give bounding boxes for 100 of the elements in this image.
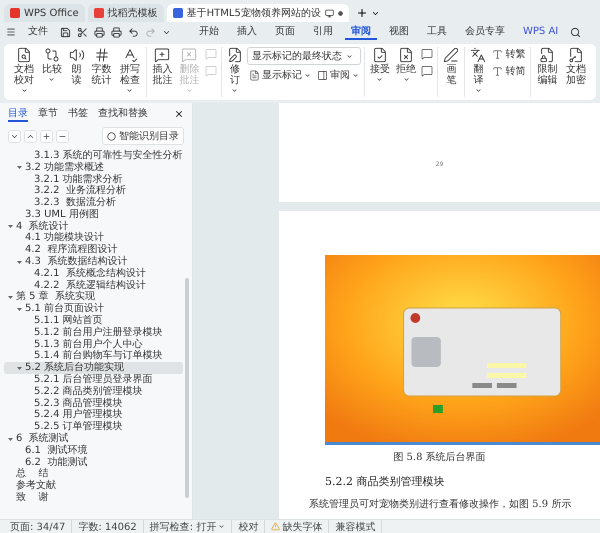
file-menu[interactable]: 文件 — [22, 24, 54, 40]
ribbon-button[interactable]: 转繁 — [490, 47, 528, 61]
panel-icon — [316, 70, 328, 80]
toc-item[interactable]: 5.1.1 网站首页 — [4, 315, 183, 327]
proofread-button[interactable]: 校对 — [232, 520, 266, 533]
scrollbar[interactable] — [185, 278, 189, 498]
ribbon-button[interactable]: 翻译 — [468, 47, 488, 97]
menu-icon[interactable] — [6, 27, 16, 37]
toc-item[interactable]: 5.2.4 用户管理模块 — [4, 410, 183, 422]
text-icon — [492, 66, 504, 76]
toc-item[interactable]: 参考文献 — [4, 480, 183, 492]
section-heading: 5.2.2 商品类别管理模块 — [325, 474, 446, 489]
panel-tab[interactable]: 查找和替换 — [98, 106, 148, 122]
ribbon-button[interactable]: 显示标记 — [246, 68, 313, 82]
toggle-icon[interactable] — [8, 294, 13, 300]
panel-tab[interactable]: 书签 — [68, 106, 88, 122]
save-icon[interactable] — [60, 26, 71, 38]
window-tab[interactable]: 基于HTML5宠物领养网站的设 — [166, 4, 349, 22]
toc-item[interactable]: 5.1.2 前台用户注册登录模块 — [4, 326, 183, 339]
spell-check-status[interactable]: 拼写检查: 打开 — [144, 520, 232, 533]
ribbon-tab[interactable]: 工具 — [421, 24, 453, 40]
toc-item[interactable]: 4.1 功能模块设计 — [4, 232, 183, 244]
ribbon-button[interactable]: 字数统计 — [88, 47, 115, 86]
toc-item[interactable]: 5.1.3 前台用户个人中心 — [4, 338, 183, 351]
toc-item[interactable]: 3.2.1 功能需求分析 — [4, 174, 183, 186]
toc-item[interactable]: 4.2.2 系统逻辑结构设计 — [4, 280, 183, 292]
toc-item[interactable]: 致 谢 — [4, 492, 183, 504]
toggle-icon[interactable] — [17, 366, 22, 371]
toc-item[interactable]: 5.2.5 订单管理模块 — [4, 421, 183, 434]
ribbon-tab[interactable]: 页面 — [269, 24, 301, 40]
toc-item[interactable]: 5.2.1 后台管理员登录界面 — [4, 374, 183, 386]
ribbon-button[interactable]: 限制编辑 — [534, 47, 561, 86]
ribbon-button[interactable]: 插入批注 — [150, 47, 175, 86]
panel-tab[interactable]: 目录 — [8, 106, 28, 122]
translate-icon — [470, 47, 486, 63]
toggle-icon[interactable] — [8, 436, 13, 442]
ribbon-icon-button[interactable] — [420, 64, 434, 78]
print-preview-icon[interactable] — [111, 26, 122, 38]
toc-item[interactable]: 6.2 功能测试 — [4, 456, 183, 469]
ribbon-button[interactable]: 文档校对 — [11, 47, 38, 97]
ribbon-button[interactable]: 审阅 — [314, 68, 361, 82]
toc-item[interactable]: 5.2.2 商品类别管理模块 — [4, 386, 183, 398]
toc-item[interactable]: 5.2 系统后台功能实现 — [4, 362, 183, 374]
toc-item[interactable]: 6.1 测试环境 — [4, 444, 183, 457]
ribbon-button[interactable]: 比较 — [39, 47, 65, 86]
add-button[interactable] — [40, 130, 53, 142]
toggle-icon[interactable] — [17, 306, 22, 312]
ribbon-tab[interactable]: 插入 — [231, 24, 263, 40]
toggle-icon[interactable] — [17, 260, 22, 265]
toc-item[interactable]: 5.1.4 前台购物车与订单模块 — [4, 350, 183, 362]
new-tab-icon[interactable] — [356, 7, 368, 19]
search-icon[interactable] — [570, 26, 582, 38]
ribbon-tab[interactable]: 视图 — [383, 24, 415, 40]
toc-item[interactable]: 5.1 前台页面设计 — [4, 303, 183, 316]
missing-fonts-button[interactable]: 缺失字体 — [265, 520, 330, 533]
monitor-icon[interactable] — [324, 8, 334, 18]
toc-item[interactable]: 5.2.3 商品管理模块 — [4, 398, 183, 410]
chevron-down-icon[interactable] — [370, 9, 380, 18]
toc-item[interactable]: 4.2.1 系统概念结构设计 — [4, 268, 183, 280]
ribbon-button[interactable]: 拼写检查 — [116, 47, 143, 97]
toc-item[interactable]: 3.1.3 系统的可靠性与安全性分析 — [4, 150, 183, 162]
toc-item[interactable]: 总 结 — [4, 468, 183, 480]
ribbon-button[interactable]: 转简 — [490, 64, 528, 78]
expand-button[interactable] — [24, 130, 37, 142]
print-icon[interactable] — [94, 26, 105, 38]
toggle-icon[interactable] — [17, 165, 22, 170]
ribbon-button[interactable]: 朗读 — [66, 47, 87, 86]
ribbon-button[interactable]: 画笔 — [441, 47, 462, 86]
ai-button[interactable]: WPS AI — [517, 26, 564, 38]
undo-icon[interactable] — [128, 26, 139, 38]
toggle-icon[interactable] — [8, 224, 13, 230]
panel-tab[interactable]: 章节 — [38, 106, 58, 122]
ribbon-tab[interactable]: 会员专享 — [459, 24, 511, 40]
dot-icon[interactable] — [338, 10, 343, 16]
remove-button[interactable] — [56, 130, 69, 142]
ribbon-icon-button[interactable] — [420, 47, 434, 61]
markup-dropdown[interactable]: 显示标记的最终状态 — [246, 47, 361, 65]
toc-item[interactable]: 4.2 程序流程图设计 — [4, 244, 183, 256]
smart-toc-button[interactable]: 智能识别目录 — [102, 127, 184, 145]
ribbon-tab[interactable]: 审阅 — [345, 24, 377, 40]
toc-item[interactable]: 3.2.3 数据流分析 — [4, 197, 183, 209]
toc-item[interactable]: 6 系统测试 — [4, 433, 183, 445]
ribbon-button[interactable]: 接受 — [368, 47, 392, 86]
ribbon-button[interactable]: 拒绝 — [394, 47, 418, 86]
toc-item[interactable]: 3.3 UML 用例图 — [4, 208, 183, 221]
toc-item[interactable]: 第 5 章 系统实现 — [4, 292, 183, 304]
toc-item[interactable]: 3.2.2 业务流程分析 — [4, 185, 183, 198]
ribbon-tab[interactable]: 开始 — [193, 24, 225, 40]
ribbon-button[interactable]: 文档加密 — [562, 47, 590, 86]
toc-item[interactable]: 3.2 功能需求概述 — [4, 162, 183, 174]
window-tab[interactable]: WPS Office — [4, 4, 85, 22]
comment-icon — [204, 48, 217, 60]
collapse-button[interactable] — [8, 130, 21, 142]
toc-item[interactable]: 4.3 系统数据结构设计 — [4, 256, 183, 268]
ribbon-button[interactable]: 修订 — [224, 47, 245, 97]
toc-item[interactable]: 4 系统设计 — [4, 220, 183, 233]
scissors-icon[interactable] — [77, 26, 88, 38]
close-icon[interactable] — [174, 109, 184, 119]
ribbon-tab[interactable]: 引用 — [307, 24, 339, 40]
window-tab[interactable]: 找稻壳模板 — [88, 4, 164, 22]
